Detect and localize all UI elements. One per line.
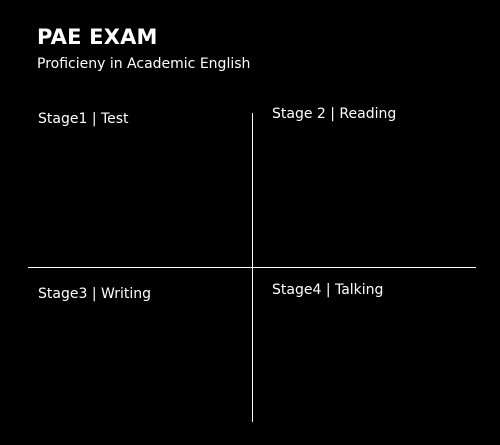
vertical-divider	[252, 113, 253, 422]
stage-3-label: Stage3 | Writing	[38, 286, 151, 302]
page-subtitle: Proficieny in Academic English	[37, 56, 251, 72]
page-title: PAE EXAM	[37, 25, 158, 49]
stage-4-label: Stage4 | Talking	[272, 282, 384, 298]
stage-1-label: Stage1 | Test	[38, 111, 129, 127]
stage-2-label: Stage 2 | Reading	[272, 106, 397, 122]
